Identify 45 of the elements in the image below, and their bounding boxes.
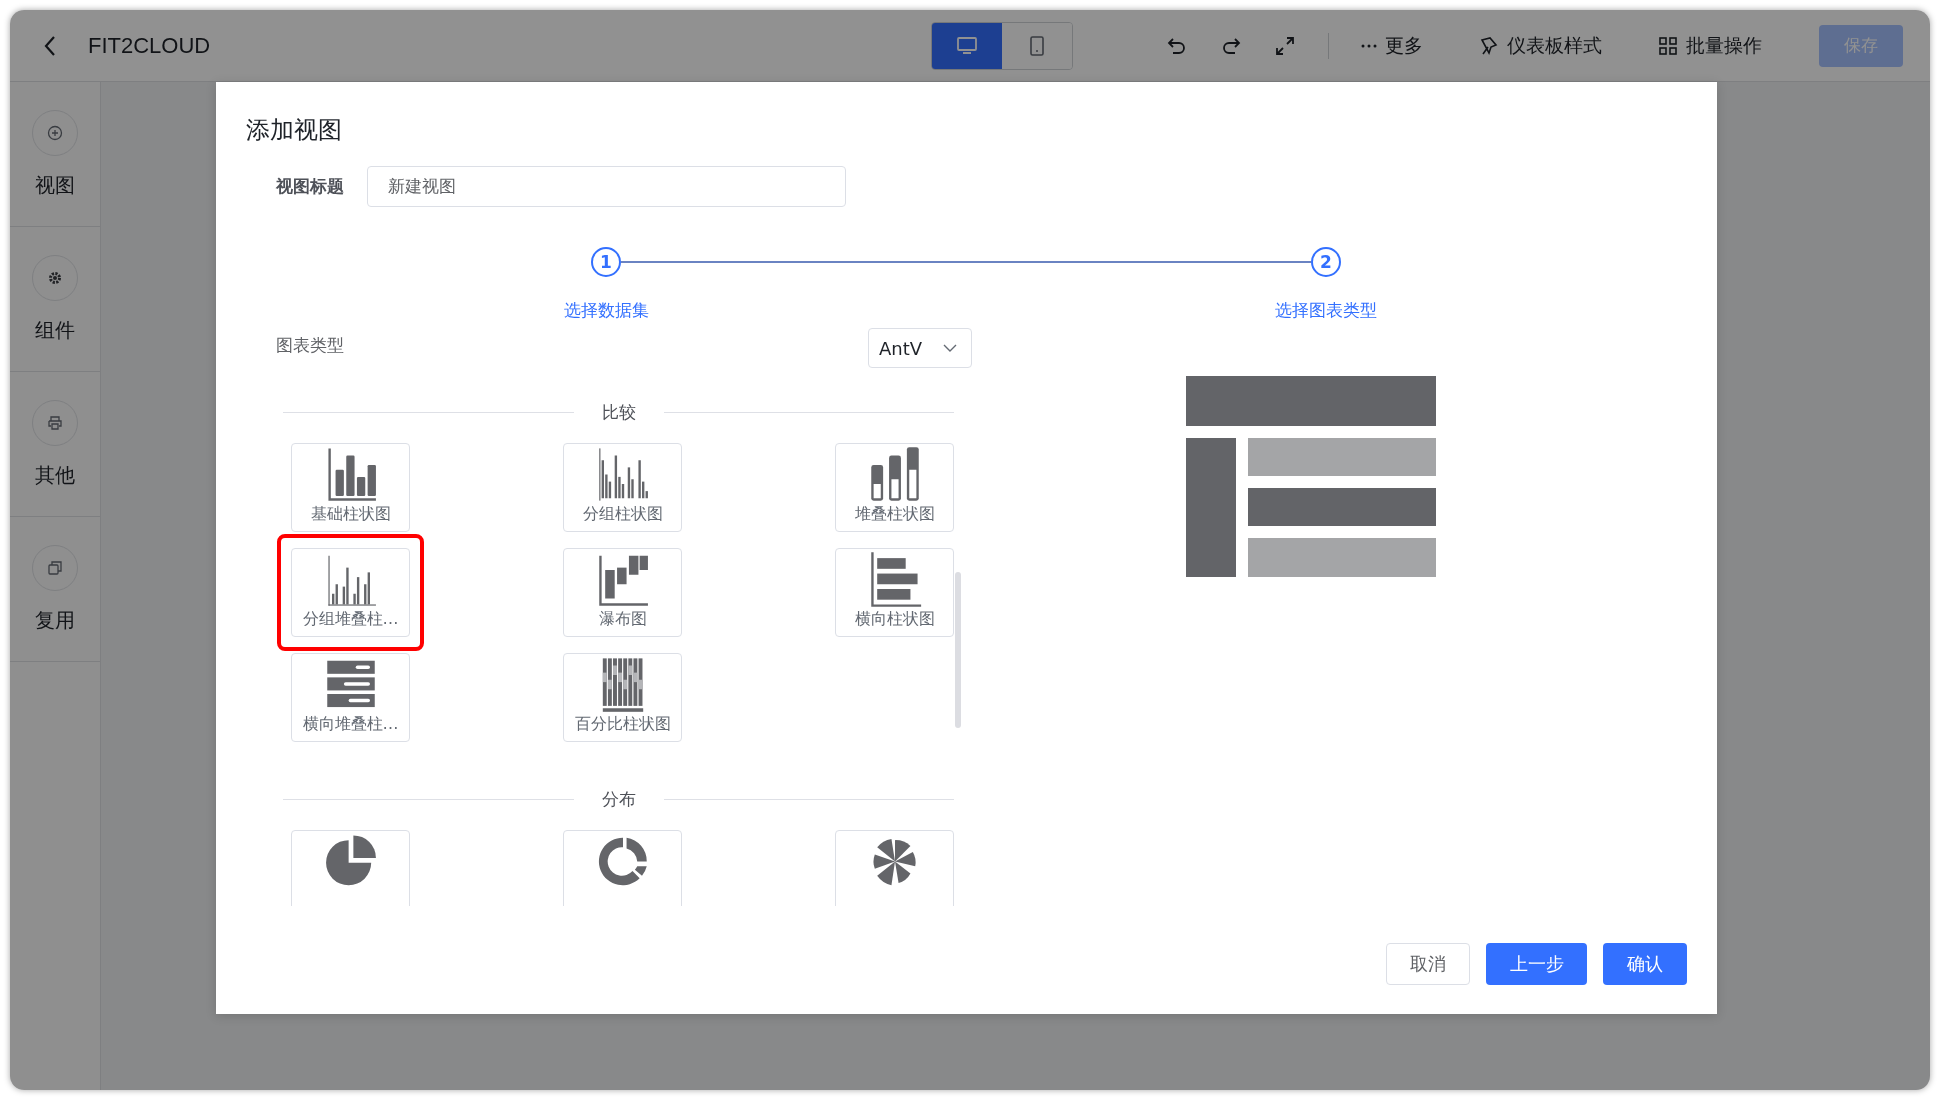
chart-type-tile[interactable]: [291, 830, 410, 906]
sidebar-label[interactable]: 复用: [35, 606, 75, 634]
primary-button[interactable]: 上一步: [1486, 943, 1587, 985]
chart-type-tile[interactable]: 堆叠柱状图: [835, 443, 954, 532]
scrollbar[interactable]: [955, 572, 961, 728]
chart-type-tile[interactable]: [835, 830, 954, 906]
step-label[interactable]: 选择数据集: [563, 299, 649, 322]
chart-type-label: 图表类型: [276, 333, 344, 357]
step-number: 2: [1311, 247, 1341, 277]
step-label[interactable]: 选择图表类型: [1275, 299, 1377, 322]
device-tab[interactable]: [932, 22, 1003, 69]
chart-type-tile[interactable]: 横向柱状图: [835, 548, 954, 637]
sidebar-label[interactable]: 其他: [35, 461, 75, 489]
gear-icon: [47, 269, 63, 286]
monitor-icon: [957, 36, 978, 55]
chevron-down-icon: [943, 344, 957, 352]
plus-icon: [47, 124, 63, 141]
primary-button[interactable]: 确认: [1603, 943, 1687, 985]
printer-icon: [47, 414, 63, 431]
chart-type-tile[interactable]: 基础柱状图: [291, 443, 410, 532]
fullscreen-icon[interactable]: [1274, 34, 1297, 57]
copy-icon: [47, 559, 63, 576]
section-title: 分布: [600, 787, 637, 811]
cancel-button[interactable]: 取消: [1386, 943, 1470, 985]
library-select[interactable]: AntV: [868, 328, 972, 368]
sidebar-label[interactable]: 组件: [35, 316, 75, 344]
chart-type-tile[interactable]: 分组柱状图: [563, 443, 682, 532]
field-label: 视图标题: [276, 175, 345, 198]
chart-type-tile[interactable]: 百分比柱状图: [563, 653, 682, 742]
view-title-field[interactable]: 新建视图: [367, 166, 846, 207]
more-icon: [1361, 43, 1378, 48]
chart-type-tile[interactable]: 横向堆叠柱…: [291, 653, 410, 742]
grid-icon: [1658, 35, 1679, 56]
toolbar-action[interactable]: 仪表板样式: [1479, 32, 1603, 59]
phone-icon: [1030, 35, 1045, 56]
sidebar-label[interactable]: 视图: [35, 171, 75, 199]
toolbar-action[interactable]: 更多: [1361, 32, 1424, 59]
chart-type-tile[interactable]: 瀑布图: [563, 548, 682, 637]
dashboard-title: FIT2CLOUD: [88, 32, 211, 59]
section-title: 比较: [600, 400, 637, 424]
step-number: 1: [591, 247, 621, 277]
toolbar-action[interactable]: 批量操作: [1658, 32, 1763, 59]
dialog-title: 添加视图: [246, 115, 342, 145]
chart-type-tile[interactable]: [563, 830, 682, 906]
chart-type-tile[interactable]: 分组堆叠柱…: [291, 548, 410, 637]
